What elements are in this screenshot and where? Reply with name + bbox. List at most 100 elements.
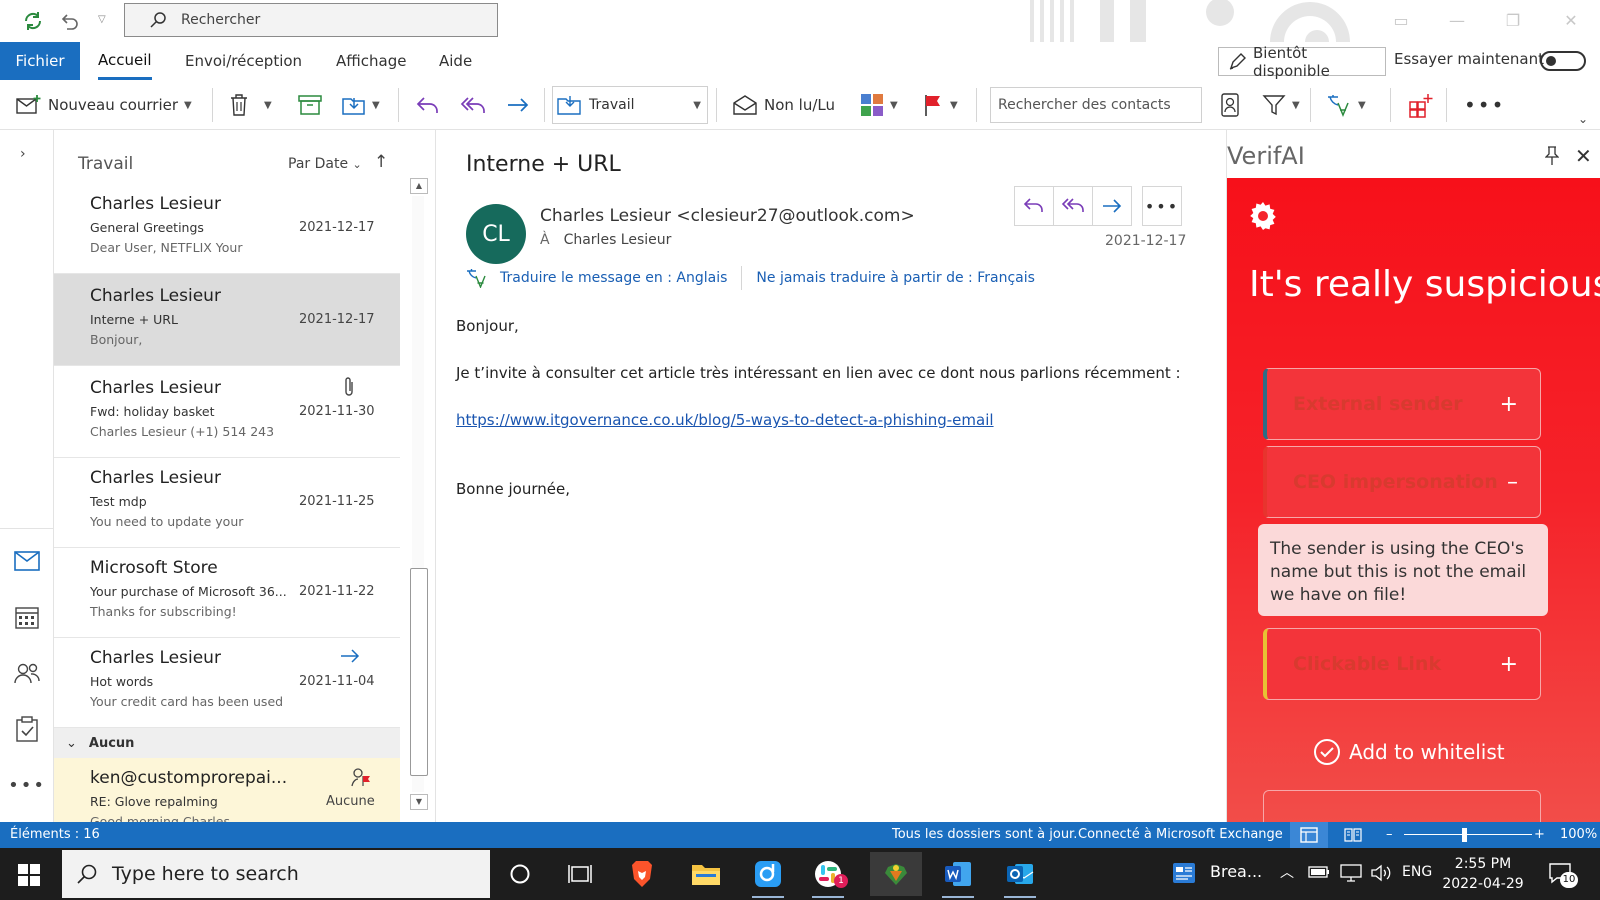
- sender-address[interactable]: Charles Lesieur <clesieur27@outlook.com>: [540, 206, 915, 226]
- volume-icon[interactable]: [1370, 864, 1392, 882]
- contact-search-input[interactable]: Rechercher des contacts: [990, 87, 1202, 123]
- zoom-slider[interactable]: [1404, 834, 1532, 835]
- tasks-icon[interactable]: [12, 714, 42, 744]
- translation-bar: Traduire le message en : Anglais Ne jama…: [466, 266, 1035, 290]
- add-to-whitelist-button[interactable]: Add to whitelist: [1313, 738, 1505, 766]
- forward-button[interactable]: [1092, 186, 1132, 226]
- sync-icon[interactable]: [22, 10, 44, 32]
- try-now-toggle[interactable]: [1540, 51, 1586, 71]
- quick-access-dropdown-icon[interactable]: ▽: [98, 14, 106, 25]
- expand-folders-icon[interactable]: ›: [20, 146, 26, 162]
- restore-ribbon-icon[interactable]: ▭: [1392, 12, 1410, 30]
- zoom-level[interactable]: 100%: [1560, 827, 1597, 842]
- filter-button[interactable]: ▼: [1262, 80, 1300, 130]
- sort-direction-arrow-icon[interactable]: ↑: [374, 152, 388, 172]
- language-indicator[interactable]: ENG: [1402, 864, 1432, 880]
- taskbar-search-box[interactable]: Type here to search: [62, 850, 490, 898]
- pin-icon[interactable]: [1545, 146, 1559, 166]
- network-icon[interactable]: [1340, 864, 1362, 882]
- translate-message-link[interactable]: Traduire le message en : Anglais: [500, 270, 727, 286]
- zoom-in-icon[interactable]: +: [1534, 827, 1545, 842]
- list-item[interactable]: Charles Lesieur Fwd: holiday basket Char…: [54, 366, 400, 458]
- gear-icon[interactable]: [1249, 202, 1277, 230]
- tab-file[interactable]: Fichier: [0, 42, 80, 80]
- more-apps-icon[interactable]: •••: [8, 770, 44, 800]
- list-item-selected[interactable]: Charles Lesieur Interne + URL Bonjour, 2…: [54, 274, 400, 366]
- list-item[interactable]: Microsoft Store Your purchase of Microso…: [54, 546, 400, 638]
- zoom-slider-thumb[interactable]: [1462, 828, 1467, 842]
- avatar[interactable]: CL: [466, 204, 526, 264]
- forward-button[interactable]: [506, 80, 530, 130]
- recipient-name[interactable]: Charles Lesieur: [564, 232, 672, 248]
- never-translate-link[interactable]: Ne jamais traduire à partir de : Françai…: [756, 270, 1035, 286]
- collapse-ribbon-icon[interactable]: ⌄: [1578, 112, 1588, 126]
- task-view-icon[interactable]: [560, 856, 600, 892]
- archive-button[interactable]: [298, 80, 322, 130]
- flag-button[interactable]: ▼: [922, 80, 958, 130]
- tab-send-receive[interactable]: Envoi/réception: [185, 42, 302, 80]
- file-explorer-icon[interactable]: [686, 856, 726, 892]
- app-blue-icon[interactable]: [748, 856, 788, 898]
- list-item[interactable]: Charles Lesieur Test mdp You need to upd…: [54, 456, 400, 548]
- widget-label[interactable]: Brea...: [1210, 862, 1262, 881]
- normal-view-icon[interactable]: [1290, 822, 1328, 848]
- more-actions-icon[interactable]: •••: [1142, 186, 1182, 226]
- battery-icon[interactable]: [1308, 864, 1330, 880]
- new-mail-button[interactable]: Nouveau courrier ▼: [16, 80, 192, 130]
- reply-button[interactable]: [416, 80, 440, 130]
- rule-clickable-link[interactable]: Clickable Link +: [1263, 628, 1541, 700]
- people-icon[interactable]: [12, 658, 42, 688]
- rule-ceo-impersonation[interactable]: CEO impersonation –: [1263, 446, 1541, 518]
- undo-icon[interactable]: [58, 10, 80, 32]
- reply-all-button[interactable]: [1053, 186, 1093, 226]
- scroll-down-icon[interactable]: ▼: [410, 794, 428, 810]
- quick-step-folder-select[interactable]: Travail ▼: [552, 86, 708, 124]
- reply-all-button[interactable]: [460, 80, 486, 130]
- report-button-partial[interactable]: [1263, 790, 1541, 822]
- categorize-button[interactable]: ▼: [860, 80, 898, 130]
- rule-external-sender[interactable]: External sender +: [1263, 368, 1541, 440]
- windows-start-icon[interactable]: [18, 864, 40, 886]
- translate-button[interactable]: ▼: [1326, 80, 1366, 130]
- reading-view-icon[interactable]: [1344, 827, 1362, 843]
- close-icon[interactable]: ✕: [1575, 144, 1592, 168]
- maximize-icon[interactable]: ❐: [1504, 12, 1522, 30]
- body-link[interactable]: https://www.itgovernance.co.uk/blog/5-wa…: [456, 411, 994, 429]
- scroll-up-icon[interactable]: ▲: [410, 178, 428, 194]
- clock[interactable]: 2:55 PM 2022-04-29: [1438, 854, 1528, 894]
- read-unread-button[interactable]: Non lu/Lu: [732, 80, 835, 130]
- search-box[interactable]: Rechercher: [124, 3, 498, 37]
- close-icon[interactable]: ✕: [1562, 12, 1580, 30]
- slack-icon[interactable]: 1: [808, 856, 848, 898]
- zoom-out-icon[interactable]: –: [1386, 827, 1393, 842]
- message-list-scrollbar[interactable]: ▲ ▼: [408, 178, 428, 810]
- scrollbar-thumb[interactable]: [410, 568, 428, 776]
- address-book-button[interactable]: [1220, 80, 1240, 130]
- word-icon[interactable]: [938, 856, 978, 898]
- weather-widget-icon[interactable]: [1172, 862, 1196, 884]
- brave-browser-icon[interactable]: [622, 856, 662, 892]
- group-header[interactable]: ⌄ Aucun: [54, 728, 400, 758]
- tab-help[interactable]: Aide: [439, 42, 472, 80]
- move-button[interactable]: ▼: [342, 80, 380, 130]
- list-item[interactable]: ken@customprorepai... RE: Glove repalmin…: [54, 758, 400, 822]
- tab-view[interactable]: Affichage: [336, 42, 406, 80]
- cortana-icon[interactable]: [500, 856, 540, 892]
- minimize-icon[interactable]: —: [1448, 12, 1466, 30]
- reply-button[interactable]: [1014, 186, 1054, 226]
- tab-home[interactable]: Accueil: [98, 42, 152, 80]
- list-item[interactable]: Charles Lesieur General Greetings Dear U…: [54, 182, 400, 274]
- chevron-up-icon[interactable]: ︿: [1280, 862, 1294, 882]
- list-item[interactable]: Charles Lesieur Hot words Your credit ca…: [54, 636, 400, 728]
- delete-button[interactable]: ▼: [228, 80, 272, 130]
- message-preview: Thanks for subscribing!: [90, 604, 237, 619]
- calendar-icon[interactable]: [12, 602, 42, 632]
- get-addins-button[interactable]: [1408, 80, 1434, 130]
- coming-soon-button[interactable]: Bientôt disponible: [1218, 44, 1386, 80]
- outlook-icon[interactable]: [1000, 856, 1040, 898]
- notification-center-icon[interactable]: 10: [1548, 862, 1578, 888]
- verifai-dev-app-icon[interactable]: [870, 852, 922, 896]
- sort-dropdown[interactable]: Par Date ⌄: [288, 156, 362, 172]
- more-options-icon[interactable]: •••: [1464, 80, 1505, 130]
- mail-icon[interactable]: [12, 546, 42, 576]
